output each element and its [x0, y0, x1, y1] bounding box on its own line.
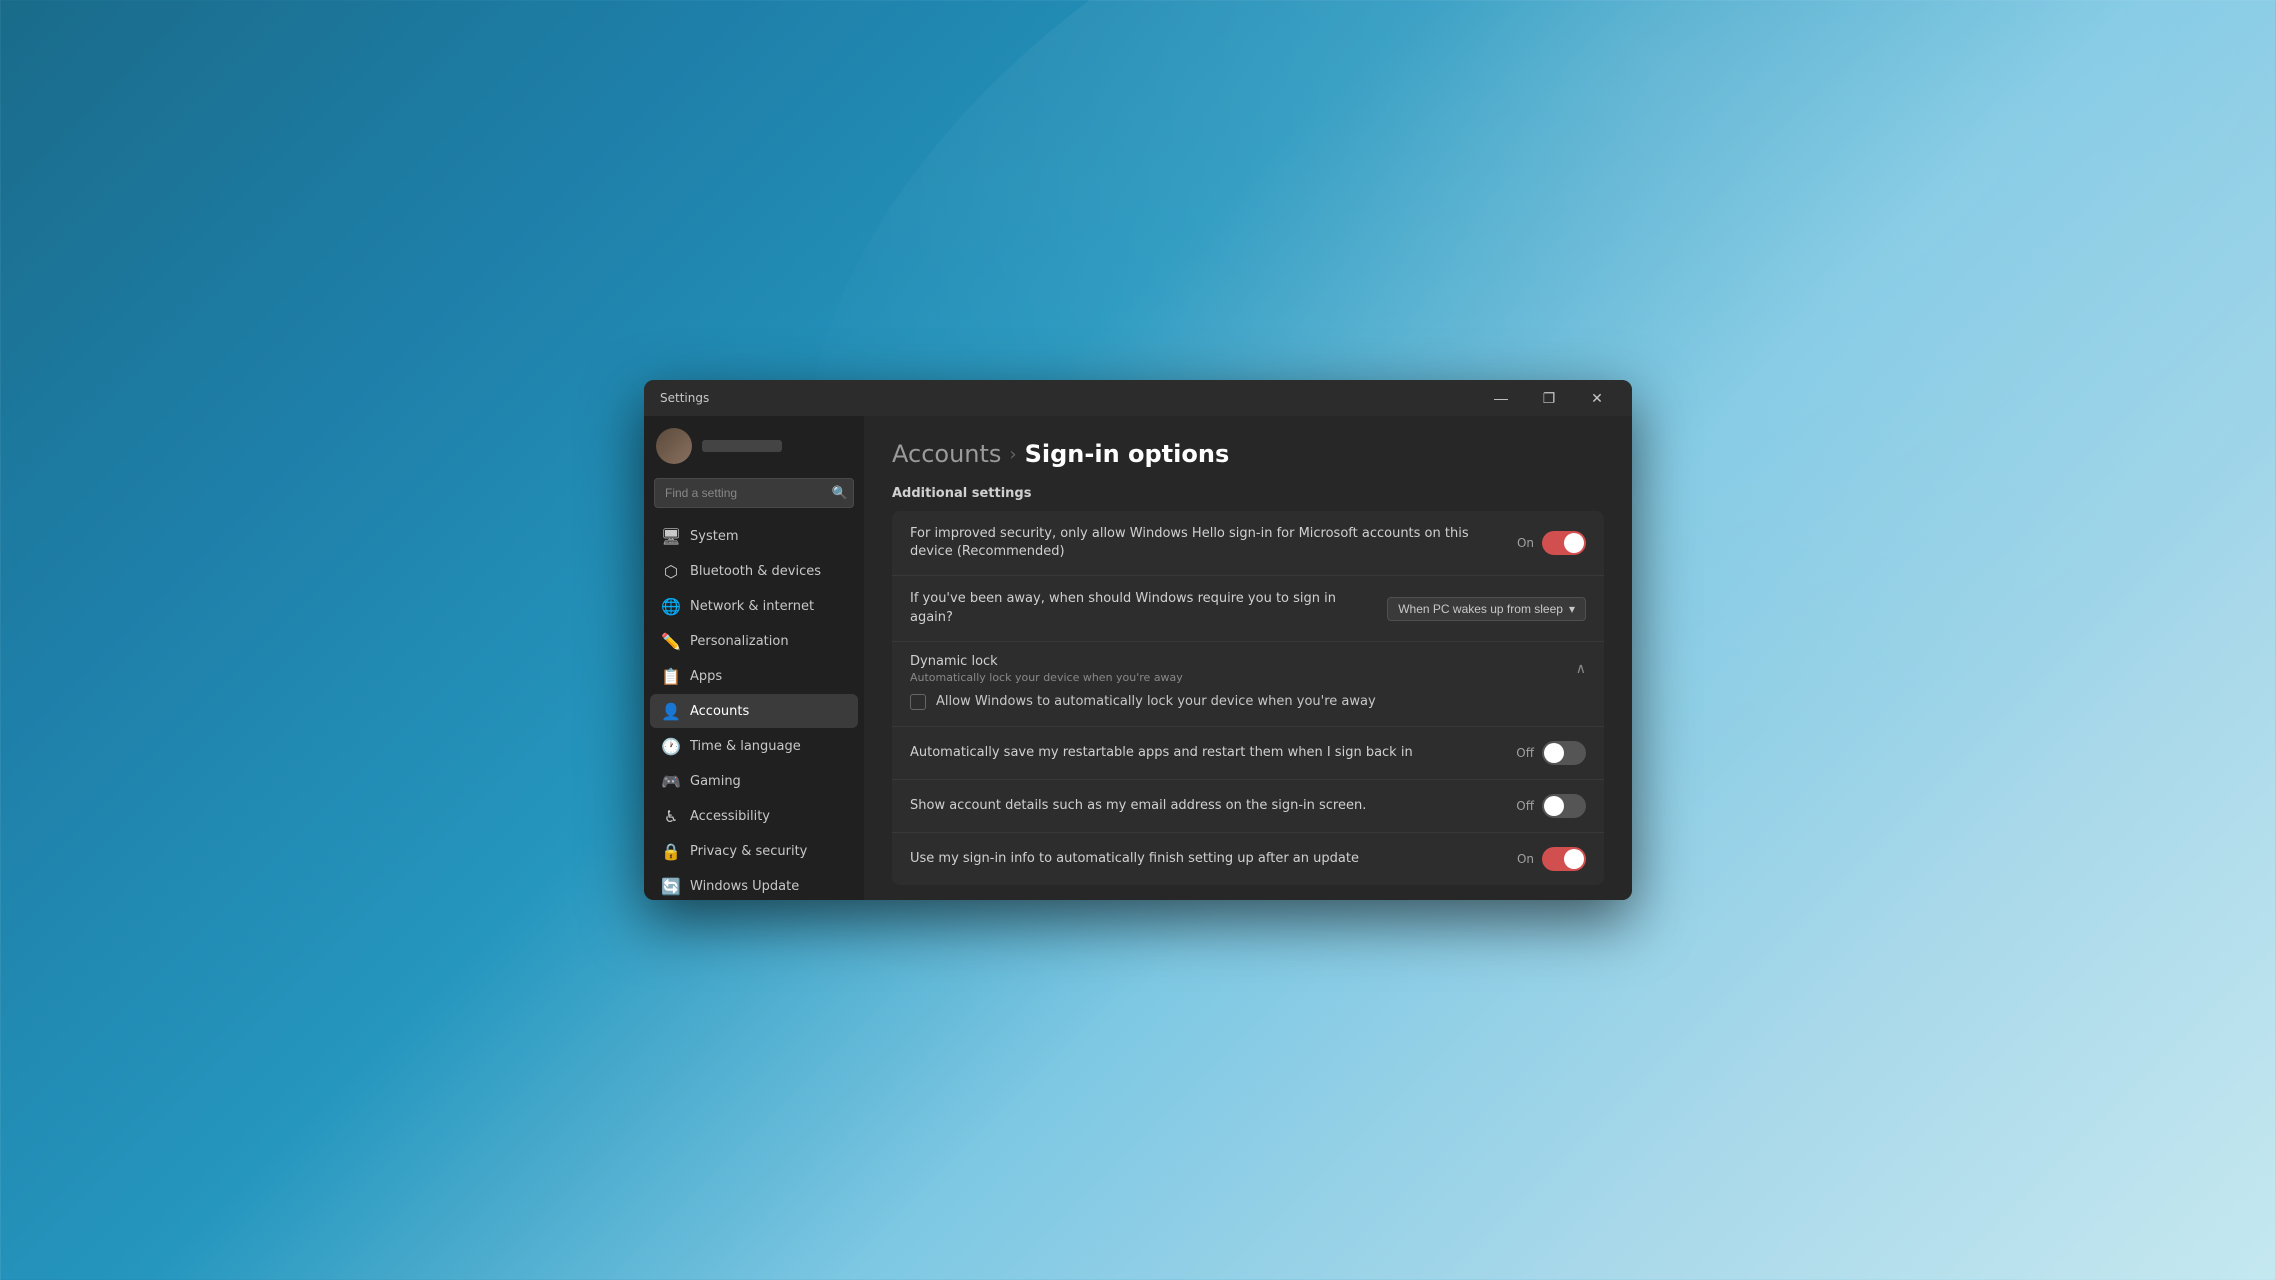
require-signin-dropdown[interactable]: When PC wakes up from sleep ▾ — [1387, 597, 1586, 621]
dropdown-value: When PC wakes up from sleep — [1398, 602, 1563, 616]
auto-restart-right: Off — [1516, 741, 1586, 765]
breadcrumb-separator: › — [1009, 444, 1016, 465]
account-details-toggle-label: Off — [1516, 799, 1534, 813]
dynamic-lock-section: Dynamic lock Automatically lock your dev… — [892, 642, 1604, 727]
search-box: 🔍 — [654, 478, 854, 508]
user-section — [644, 416, 864, 472]
search-icon[interactable]: 🔍 — [832, 485, 848, 501]
sidebar-item-label-network: Network & internet — [690, 599, 814, 614]
dynamic-lock-subtitle: Automatically lock your device when you'… — [910, 671, 1183, 684]
sidebar-item-time[interactable]: 🕐 Time & language — [650, 729, 858, 763]
sidebar-item-network[interactable]: 🌐 Network & internet — [650, 589, 858, 623]
breadcrumb-current: Sign-in options — [1025, 440, 1230, 468]
sidebar-item-privacy[interactable]: 🔒 Privacy & security — [650, 834, 858, 868]
sidebar-item-bluetooth[interactable]: ⬡ Bluetooth & devices — [650, 554, 858, 588]
sidebar-item-label-gaming: Gaming — [690, 774, 741, 789]
title-bar-left: Settings — [660, 391, 709, 405]
breadcrumb-parent[interactable]: Accounts — [892, 440, 1001, 468]
search-input[interactable] — [654, 478, 854, 508]
sidebar-item-update[interactable]: 🔄 Windows Update — [650, 869, 858, 900]
require-signin-right: When PC wakes up from sleep ▾ — [1387, 597, 1586, 621]
gaming-icon: 🎮 — [662, 772, 680, 790]
sidebar-item-label-privacy: Privacy & security — [690, 844, 807, 859]
user-name — [702, 440, 782, 452]
main-content: 🔍 🖥 System ⬡ Bluetooth & devices 🌐 Network & … — [644, 416, 1632, 900]
system-icon: 🖥 — [662, 527, 680, 545]
account-details-text: Show account details such as my email ad… — [910, 797, 1516, 815]
sidebar-item-apps[interactable]: 📋 Apps — [650, 659, 858, 693]
sidebar-item-gaming[interactable]: 🎮 Gaming — [650, 764, 858, 798]
sidebar-item-label-personalization: Personalization — [690, 634, 789, 649]
privacy-icon: 🔒 — [662, 842, 680, 860]
signin-info-text: Use my sign-in info to automatically fin… — [910, 850, 1517, 868]
sidebar-item-label-accessibility: Accessibility — [690, 809, 770, 824]
network-icon: 🌐 — [662, 597, 680, 615]
sidebar: 🔍 🖥 System ⬡ Bluetooth & devices 🌐 Network & … — [644, 416, 864, 900]
signin-info-toggle-label: On — [1517, 852, 1534, 866]
additional-settings-title: Additional settings — [892, 486, 1604, 501]
windows-hello-toggle-label: On — [1517, 536, 1534, 550]
account-details-row[interactable]: Show account details such as my email ad… — [892, 780, 1604, 833]
signin-info-right: On — [1517, 847, 1586, 871]
update-icon: 🔄 — [662, 877, 680, 895]
maximize-button[interactable]: ❐ — [1526, 382, 1572, 414]
apps-icon: 📋 — [662, 667, 680, 685]
account-details-right: Off — [1516, 794, 1586, 818]
sidebar-item-label-bluetooth: Bluetooth & devices — [690, 564, 821, 579]
account-details-toggle[interactable] — [1542, 794, 1586, 818]
auto-restart-text: Automatically save my restartable apps a… — [910, 744, 1516, 762]
dynamic-lock-header[interactable]: Dynamic lock Automatically lock your dev… — [910, 654, 1586, 684]
chevron-down-icon: ▾ — [1569, 602, 1575, 616]
personalization-icon: ✏️ — [662, 632, 680, 650]
dynamic-lock-checkbox-label: Allow Windows to automatically lock your… — [936, 694, 1376, 709]
additional-settings-card: For improved security, only allow Window… — [892, 511, 1604, 885]
time-icon: 🕐 — [662, 737, 680, 755]
sidebar-item-system[interactable]: 🖥 System — [650, 519, 858, 553]
breadcrumb: Accounts › Sign-in options — [892, 440, 1604, 468]
minimize-button[interactable]: — — [1478, 382, 1524, 414]
window-title: Settings — [660, 391, 709, 405]
sidebar-item-personalization[interactable]: ✏️ Personalization — [650, 624, 858, 658]
sidebar-item-label-apps: Apps — [690, 669, 722, 684]
require-signin-row[interactable]: If you've been away, when should Windows… — [892, 576, 1604, 641]
sidebar-item-accessibility[interactable]: ♿ Accessibility — [650, 799, 858, 833]
windows-hello-row[interactable]: For improved security, only allow Window… — [892, 511, 1604, 576]
title-bar: Settings — ❐ ✕ — [644, 380, 1632, 416]
signin-info-row[interactable]: Use my sign-in info to automatically fin… — [892, 833, 1604, 885]
title-bar-controls: — ❐ ✕ — [1478, 382, 1620, 414]
windows-hello-text: For improved security, only allow Window… — [910, 525, 1517, 561]
auto-restart-row[interactable]: Automatically save my restartable apps a… — [892, 727, 1604, 780]
chevron-up-icon: ∧ — [1576, 661, 1586, 677]
signin-info-toggle[interactable] — [1542, 847, 1586, 871]
avatar — [656, 428, 692, 464]
windows-hello-right: On — [1517, 531, 1586, 555]
sidebar-item-label-update: Windows Update — [690, 879, 799, 894]
sidebar-item-label-time: Time & language — [690, 739, 801, 754]
auto-restart-toggle[interactable] — [1542, 741, 1586, 765]
dynamic-lock-checkbox[interactable] — [910, 694, 926, 710]
dynamic-lock-title: Dynamic lock — [910, 654, 1183, 669]
sidebar-item-label-system: System — [690, 529, 738, 544]
content-area: Accounts › Sign-in options Additional se… — [864, 416, 1632, 900]
auto-restart-toggle-label: Off — [1516, 746, 1534, 760]
accessibility-icon: ♿ — [662, 807, 680, 825]
windows-hello-toggle[interactable] — [1542, 531, 1586, 555]
accounts-icon: 👤 — [662, 702, 680, 720]
bluetooth-icon: ⬡ — [662, 562, 680, 580]
settings-window: Settings — ❐ ✕ 🔍 🖥 System ⬡ Bluetooth & dev… — [644, 380, 1632, 900]
sidebar-item-label-accounts: Accounts — [690, 704, 749, 719]
dynamic-lock-expanded: Allow Windows to automatically lock your… — [910, 684, 1586, 714]
require-signin-text: If you've been away, when should Windows… — [910, 590, 1387, 626]
dynamic-lock-text: Dynamic lock Automatically lock your dev… — [910, 654, 1183, 684]
sidebar-item-accounts[interactable]: 👤 Accounts — [650, 694, 858, 728]
nav-list: 🖥 System ⬡ Bluetooth & devices 🌐 Network & in… — [644, 518, 864, 900]
close-button[interactable]: ✕ — [1574, 382, 1620, 414]
